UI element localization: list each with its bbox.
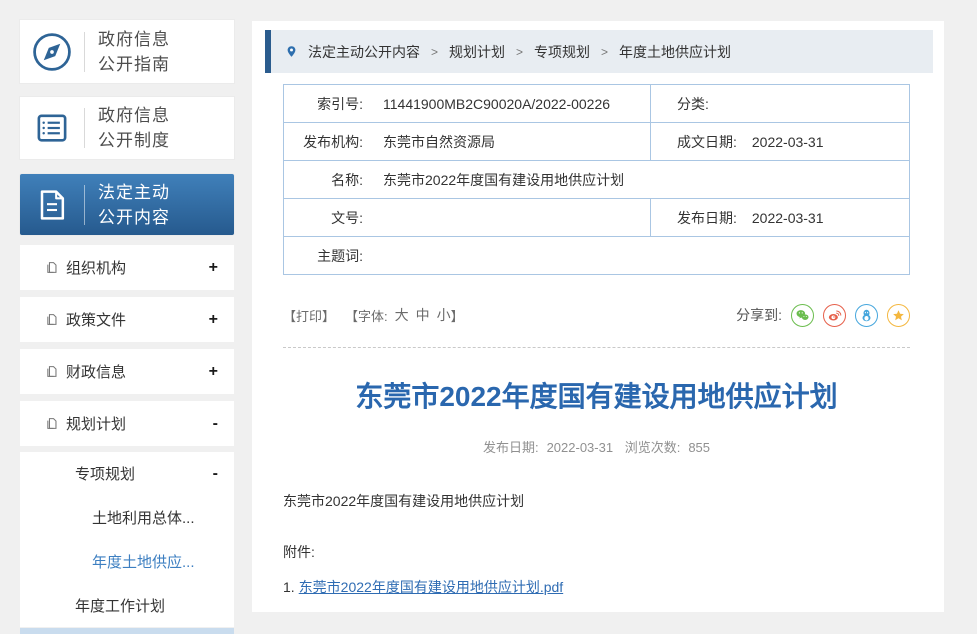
doc-number-label: 文号: <box>284 208 363 228</box>
sidebar-item-label: 年度土地供应... <box>92 551 195 572</box>
table-row: 名称: 东莞市2022年度国有建设用地供应计划 <box>284 160 909 198</box>
written-date-label: 成文日期: <box>677 132 737 152</box>
expand-toggle[interactable]: + <box>209 259 218 277</box>
panel-guide-line2: 公开指南 <box>98 52 170 77</box>
sidebar-item-finance-info[interactable]: 财政信息 + <box>20 349 234 394</box>
breadcrumb-separator: > <box>516 45 523 59</box>
font-size-medium-button[interactable]: 中 <box>416 305 430 325</box>
attachment-index: 1. <box>283 579 295 595</box>
font-size-large-button[interactable]: 大 <box>395 305 409 325</box>
sidebar-item-label: 年度工作计划 <box>75 595 165 616</box>
index-number-value: 11441900MB2C90020A/2022-00226 <box>383 96 610 112</box>
table-row: 主题词: <box>284 236 909 274</box>
title-label: 名称: <box>284 170 363 190</box>
content-panel: 法定主动公开内容 > 规划计划 > 专项规划 > 年度土地供应计划 索引号: 1… <box>252 21 944 612</box>
compass-icon <box>20 30 84 74</box>
views-label: 浏览次数: <box>625 440 681 455</box>
sidebar-item-label: 财政信息 <box>66 361 126 382</box>
written-date-value: 2022-03-31 <box>752 134 824 150</box>
publish-date-meta-value: 2022-03-31 <box>547 440 614 455</box>
page-icon <box>45 365 58 378</box>
attachment-pdf-link[interactable]: 东莞市2022年度国有建设用地供应计划.pdf <box>299 579 564 595</box>
sidebar-item-label: 规划计划 <box>66 413 126 434</box>
attachment-heading: 附件: <box>283 542 315 562</box>
page-icon <box>45 417 58 430</box>
page-icon <box>45 261 58 274</box>
weibo-share-icon[interactable] <box>823 304 846 327</box>
breadcrumb-item-special-planning[interactable]: 专项规划 <box>534 42 590 62</box>
article-toolbar: 【打印】 【字体: 大 中 小 】 分享到: <box>283 302 910 328</box>
font-size-small-button[interactable]: 小 <box>437 305 451 325</box>
title-value: 东莞市2022年度国有建设用地供应计划 <box>383 170 624 190</box>
breadcrumb: 法定主动公开内容 > 规划计划 > 专项规划 > 年度土地供应计划 <box>265 30 933 73</box>
font-size-label-close: 】 <box>451 306 464 325</box>
publisher-value: 东莞市自然资源局 <box>383 132 495 152</box>
page-icon <box>45 313 58 326</box>
location-pin-icon <box>285 44 298 59</box>
panel-statutory-line1: 法定主动 <box>98 180 170 205</box>
sidebar-item-label: 组织机构 <box>66 257 126 278</box>
expand-toggle[interactable]: + <box>209 311 218 329</box>
keywords-label: 主题词: <box>284 246 363 266</box>
index-number-label: 索引号: <box>284 94 363 114</box>
collapse-toggle[interactable]: - <box>213 465 234 483</box>
breadcrumb-item-annual-land-supply[interactable]: 年度土地供应计划 <box>619 42 731 62</box>
sidebar-item-special-planning[interactable]: 专项规划 - <box>20 452 234 496</box>
print-button[interactable]: 【打印】 <box>283 306 335 325</box>
sidebar-item-label: 土地利用总体... <box>92 507 195 528</box>
qq-share-icon[interactable] <box>855 304 878 327</box>
book-icon <box>20 107 84 149</box>
qzone-star-share-icon[interactable] <box>887 304 910 327</box>
sidebar-item-annual-land-supply-active[interactable]: 年度土地供应... <box>20 540 234 584</box>
sidebar-item-land-use-master[interactable]: 土地利用总体... <box>20 496 234 540</box>
collapse-toggle[interactable]: - <box>213 415 218 433</box>
breadcrumb-separator: > <box>601 45 608 59</box>
page-title: 东莞市2022年度国有建设用地供应计划 <box>283 376 910 418</box>
sidebar-panel-statutory-content-active[interactable]: 法定主动 公开内容 <box>20 174 234 235</box>
document-info-table: 索引号: 11441900MB2C90020A/2022-00226 分类: 发… <box>283 84 910 275</box>
panel-system-line1: 政府信息 <box>98 103 170 128</box>
publish-date-value: 2022-03-31 <box>752 210 824 226</box>
share-label: 分享到: <box>736 305 782 325</box>
table-row: 发布机构: 东莞市自然资源局 成文日期: 2022-03-31 <box>284 122 909 160</box>
panel-system-line2: 公开制度 <box>98 128 170 153</box>
sidebar-next-item-edge <box>20 628 234 634</box>
font-size-label: 【字体: <box>345 306 388 325</box>
sidebar-item-planning[interactable]: 规划计划 - <box>20 401 234 446</box>
sidebar-panel-system[interactable]: 政府信息 公开制度 <box>20 97 234 159</box>
breadcrumb-separator: > <box>431 45 438 59</box>
views-count: 855 <box>688 440 710 455</box>
breadcrumb-item-statutory[interactable]: 法定主动公开内容 <box>308 42 420 62</box>
panel-statutory-line2: 公开内容 <box>98 205 170 230</box>
sidebar-item-label: 政策文件 <box>66 309 126 330</box>
sidebar: 政府信息 公开指南 政府信息 公开制度 <box>20 20 234 634</box>
sidebar-item-label: 专项规划 <box>75 463 135 484</box>
breadcrumb-item-planning[interactable]: 规划计划 <box>449 42 505 62</box>
wechat-share-icon[interactable] <box>791 304 814 327</box>
sidebar-item-organization[interactable]: 组织机构 + <box>20 245 234 290</box>
publish-date-meta-label: 发布日期: <box>483 440 539 455</box>
article-meta: 发布日期: 2022-03-31 浏览次数: 855 <box>283 437 910 456</box>
category-label: 分类: <box>677 94 709 114</box>
expand-toggle[interactable]: + <box>209 363 218 381</box>
publisher-label: 发布机构: <box>284 132 363 152</box>
dashed-divider <box>283 347 910 348</box>
document-icon <box>20 185 84 225</box>
sidebar-panel-guide[interactable]: 政府信息 公开指南 <box>20 20 234 83</box>
table-row: 文号: 发布日期: 2022-03-31 <box>284 198 909 236</box>
table-row: 索引号: 11441900MB2C90020A/2022-00226 分类: <box>284 85 909 122</box>
share-bar: 分享到: <box>736 304 910 327</box>
sidebar-item-annual-work-plan[interactable]: 年度工作计划 <box>20 583 234 627</box>
attachment-list-item: 1.东莞市2022年度国有建设用地供应计划.pdf <box>283 577 563 597</box>
panel-guide-line1: 政府信息 <box>98 27 170 52</box>
sidebar-submenu-planning: 专项规划 - 土地利用总体... 年度土地供应... 年度工作计划 <box>20 452 234 627</box>
article-body-text: 东莞市2022年度国有建设用地供应计划 <box>283 491 910 511</box>
sidebar-item-policy-documents[interactable]: 政策文件 + <box>20 297 234 342</box>
publish-date-label: 发布日期: <box>677 208 737 228</box>
